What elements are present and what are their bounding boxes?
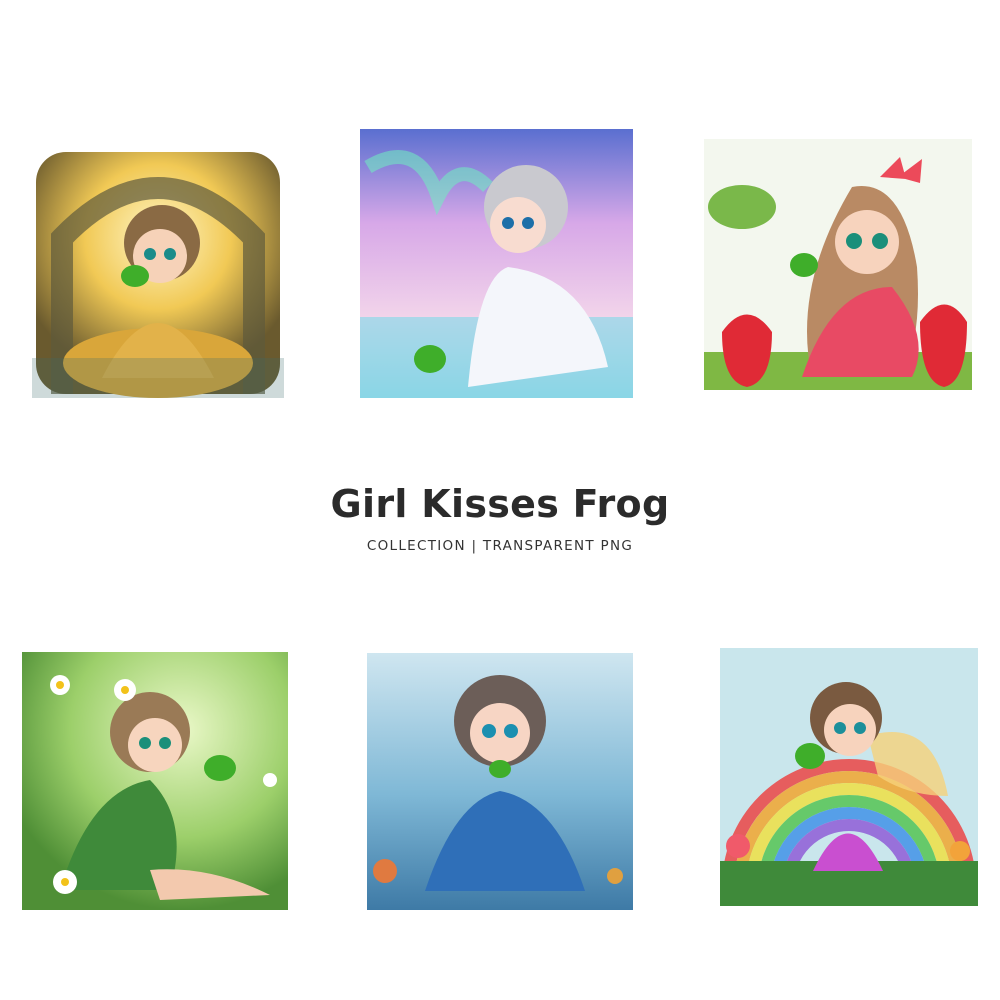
- frog-icon: [489, 760, 511, 778]
- page-subtitle: COLLECTION | TRANSPARENT PNG: [366, 538, 634, 554]
- illustration-rainbow-fairy: [718, 646, 980, 908]
- daisy-meadow-image: [22, 652, 288, 910]
- illustration-winter-aurora: [358, 127, 635, 400]
- page-title: Girl Kisses Frog: [330, 482, 670, 526]
- illustration-golden-archway: [32, 148, 284, 398]
- rainbow-fairy-image: [720, 648, 978, 906]
- winter-aurora-image: [360, 129, 633, 398]
- illustration-strawberry-garden: [702, 137, 974, 392]
- frog-icon: [414, 345, 446, 373]
- illustration-blue-underwater: [365, 651, 635, 912]
- frog-icon: [795, 743, 825, 769]
- strawberry-garden-image: [704, 139, 972, 390]
- illustration-daisy-meadow: [20, 650, 290, 912]
- frog-icon: [204, 755, 236, 781]
- title-block: Girl Kisses Frog COLLECTION | TRANSPAREN…: [0, 480, 1000, 554]
- blue-underwater-image: [367, 653, 633, 910]
- golden-archway-image: [32, 152, 284, 398]
- frog-icon: [121, 265, 149, 287]
- frog-icon: [790, 253, 818, 277]
